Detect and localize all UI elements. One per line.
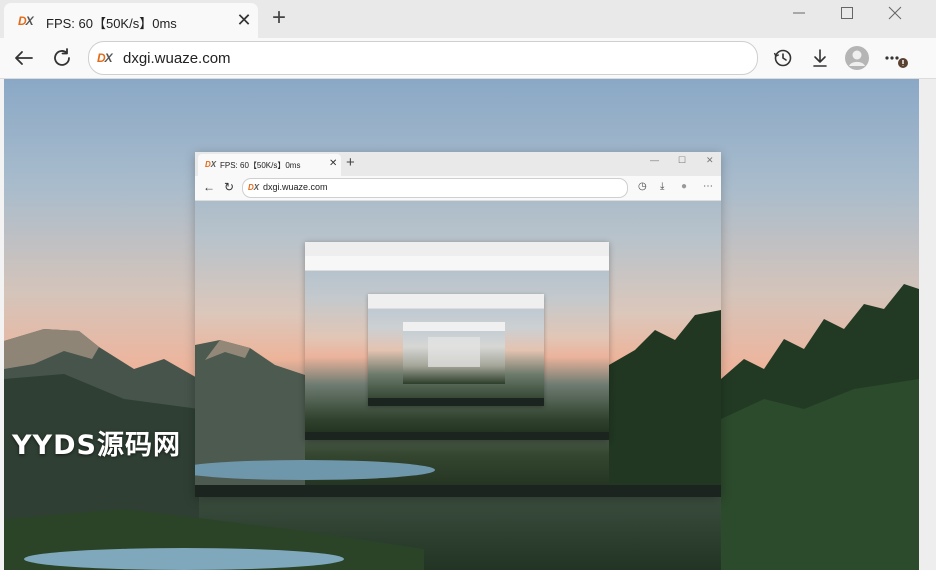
- watermark-text: YYDS源码网: [12, 430, 181, 461]
- dx-favicon-icon: DX: [205, 160, 217, 169]
- history-icon: [773, 49, 792, 67]
- scrollbar-track[interactable]: [919, 79, 936, 570]
- reload-button[interactable]: [48, 44, 76, 72]
- nested-download-icon: ⤓: [660, 181, 665, 192]
- dx-favicon-icon: DX: [18, 14, 34, 28]
- nested-address-bar: DX dxgi.wuaze.com: [242, 178, 628, 198]
- maximize-icon: [841, 7, 853, 19]
- tab-strip: DX FPS: 60【50K/s】0ms ✕ +: [0, 0, 936, 38]
- dx-favicon-icon: DX: [248, 183, 260, 192]
- minimize-button[interactable]: [781, 4, 817, 28]
- nested-window-capture: DX FPS: 60【50K/s】0ms ✕ + — ☐ ✕ ← ↻ DX dx…: [195, 152, 721, 497]
- download-icon: [813, 49, 827, 67]
- nested-navigation-bar: ← ↻ DX dxgi.wuaze.com ◷ ⤓ ● ⋯: [195, 176, 721, 201]
- page-content: DX FPS: 60【50K/s】0ms ✕ + — ☐ ✕ ← ↻ DX dx…: [4, 79, 919, 570]
- profile-icon: [845, 46, 869, 70]
- browser-tab[interactable]: DX FPS: 60【50K/s】0ms ✕: [4, 3, 258, 38]
- nested-back-icon: ←: [203, 180, 215, 194]
- reload-icon: [54, 48, 70, 66]
- nested-reload-icon: ↻: [224, 180, 235, 194]
- more-icon: [885, 56, 908, 68]
- nested-history-icon: ◷: [638, 181, 647, 192]
- close-icon: [888, 6, 902, 20]
- navigation-bar: DX dxgi.wuaze.com: [0, 38, 936, 79]
- nested-2-taskbar: [305, 432, 609, 440]
- url-text[interactable]: dxgi.wuaze.com: [123, 50, 231, 67]
- nested-close-window-icon: ✕: [706, 155, 714, 165]
- download-button[interactable]: [806, 44, 834, 72]
- nested-window-capture-2: [305, 242, 609, 440]
- nested-tab: DX FPS: 60【50K/s】0ms ✕: [198, 154, 341, 176]
- nested-2-navigation-bar: [305, 256, 609, 271]
- address-bar[interactable]: DX dxgi.wuaze.com: [88, 41, 758, 75]
- dx-favicon-icon: DX: [97, 51, 113, 65]
- nested-2-tab-strip: [305, 242, 609, 256]
- new-tab-button[interactable]: +: [266, 5, 292, 31]
- nested-close-icon: ✕: [329, 158, 338, 169]
- nested-more-icon: ⋯: [703, 181, 713, 192]
- tab-title: FPS: 60【50K/s】0ms: [46, 16, 177, 31]
- nested-profile-icon: ●: [681, 181, 688, 192]
- nested-url-text: dxgi.wuaze.com: [263, 182, 328, 192]
- back-button[interactable]: [10, 44, 38, 72]
- nested-maximize-icon: ☐: [678, 155, 687, 165]
- maximize-button[interactable]: [829, 4, 865, 28]
- nested-window-capture-4: [403, 322, 505, 384]
- minimize-icon: [793, 12, 805, 14]
- nested-plus-icon: +: [346, 154, 355, 171]
- history-button[interactable]: [769, 44, 797, 72]
- tab-close-icon[interactable]: ✕: [234, 10, 254, 30]
- more-menu-button[interactable]: [881, 44, 909, 72]
- nested-window-capture-3: [368, 294, 544, 406]
- nested-tab-title: FPS: 60【50K/s】0ms: [220, 161, 301, 170]
- nested-minimize-icon: —: [650, 155, 659, 165]
- back-icon: [15, 51, 33, 65]
- profile-button[interactable]: [843, 44, 871, 72]
- nested-taskbar: [195, 485, 721, 497]
- close-window-button[interactable]: [877, 4, 913, 28]
- nested-tab-strip: DX FPS: 60【50K/s】0ms ✕ + — ☐ ✕: [195, 152, 721, 176]
